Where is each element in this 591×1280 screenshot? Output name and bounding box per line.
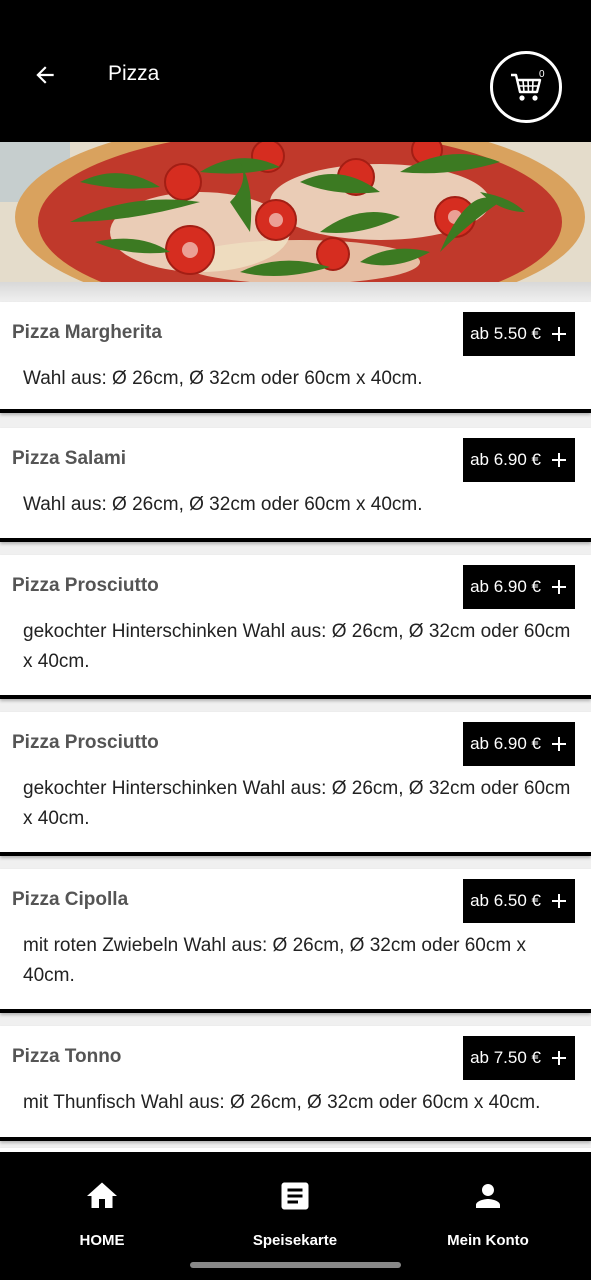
product-description: mit Thunfisch Wahl aus: Ø 26cm, Ø 32cm o… <box>23 1092 541 1113</box>
nav-mein-konto-label: Mein Konto <box>447 1232 529 1249</box>
back-button[interactable] <box>28 58 62 92</box>
price-label: ab 6.90 € <box>470 577 541 596</box>
nav-home[interactable]: HOME <box>22 1178 182 1249</box>
product-description: gekochter Hinterschinken Wahl aus: Ø 26c… <box>23 778 571 829</box>
add-to-cart-button[interactable]: ab 7.50 € <box>463 1036 575 1080</box>
nav-speisekarte-label: Speisekarte <box>252 1232 338 1249</box>
product-description: gekochter Hinterschinken Wahl aus: Ø 26c… <box>23 621 571 672</box>
product-description: Wahl aus: Ø 26cm, Ø 32cm oder 60cm x 40c… <box>23 368 423 389</box>
price-label: ab 6.50 € <box>470 891 541 910</box>
add-to-cart-button[interactable]: ab 6.90 € <box>463 565 575 609</box>
cart-button[interactable]: 0 <box>490 51 562 123</box>
plus-icon <box>551 1050 567 1066</box>
price-label: ab 6.90 € <box>470 450 541 469</box>
system-home-indicator[interactable] <box>190 1262 401 1268</box>
product-name: Pizza Salami <box>12 448 127 469</box>
menu-list-icon <box>281 1182 309 1210</box>
product-name: Pizza Cipolla <box>12 889 129 910</box>
plus-icon <box>551 326 567 342</box>
product-name: Pizza Margherita <box>12 322 162 343</box>
arrow-left-icon <box>36 66 54 84</box>
product-card[interactable]: Pizza Prosciutto ab 6.90 € gekochter Hin… <box>0 555 591 699</box>
shopping-cart-icon <box>511 73 542 101</box>
plus-icon <box>551 452 567 468</box>
pizza-banner-image <box>0 142 591 282</box>
plus-icon <box>551 893 567 909</box>
nav-speisekarte[interactable]: Speisekarte <box>215 1178 375 1249</box>
nav-mein-konto[interactable]: Mein Konto <box>408 1178 568 1249</box>
nav-home-label: HOME <box>79 1232 125 1249</box>
add-to-cart-button[interactable]: ab 6.90 € <box>463 438 575 482</box>
product-card[interactable]: Pizza Tonno ab 7.50 € mit Thunfisch Wahl… <box>0 1026 591 1141</box>
product-name: Pizza Tonno <box>12 1046 122 1067</box>
home-icon <box>87 1182 117 1208</box>
bottom-navigation: HOME Speisekarte Mein Konto <box>0 1152 591 1280</box>
page-title: Pizza <box>108 62 160 85</box>
price-label: ab 6.90 € <box>470 734 541 753</box>
user-icon <box>476 1184 500 1208</box>
banner-shadow <box>0 282 591 302</box>
add-to-cart-button[interactable]: ab 6.50 € <box>463 879 575 923</box>
product-name: Pizza Prosciutto <box>12 732 159 753</box>
product-name: Pizza Prosciutto <box>12 575 159 596</box>
plus-icon <box>551 736 567 752</box>
cart-count-badge: 0 <box>539 69 545 80</box>
add-to-cart-button[interactable]: ab 6.90 € <box>463 722 575 766</box>
add-to-cart-button[interactable]: ab 5.50 € <box>463 312 575 356</box>
product-description: mit roten Zwiebeln Wahl aus: Ø 26cm, Ø 3… <box>23 935 526 986</box>
app-header: Pizza 0 <box>0 0 591 142</box>
price-label: ab 7.50 € <box>470 1048 541 1067</box>
plus-icon <box>551 579 567 595</box>
product-card[interactable]: Pizza Salami ab 6.90 € Wahl aus: Ø 26cm,… <box>0 428 591 542</box>
product-card[interactable]: Pizza Cipolla ab 6.50 € mit roten Zwiebe… <box>0 869 591 1013</box>
price-label: ab 5.50 € <box>470 324 541 343</box>
product-card[interactable]: Pizza Margherita ab 5.50 € Wahl aus: Ø 2… <box>0 302 591 413</box>
product-description: Wahl aus: Ø 26cm, Ø 32cm oder 60cm x 40c… <box>23 494 423 515</box>
product-card[interactable]: Pizza Prosciutto ab 6.90 € gekochter Hin… <box>0 712 591 856</box>
